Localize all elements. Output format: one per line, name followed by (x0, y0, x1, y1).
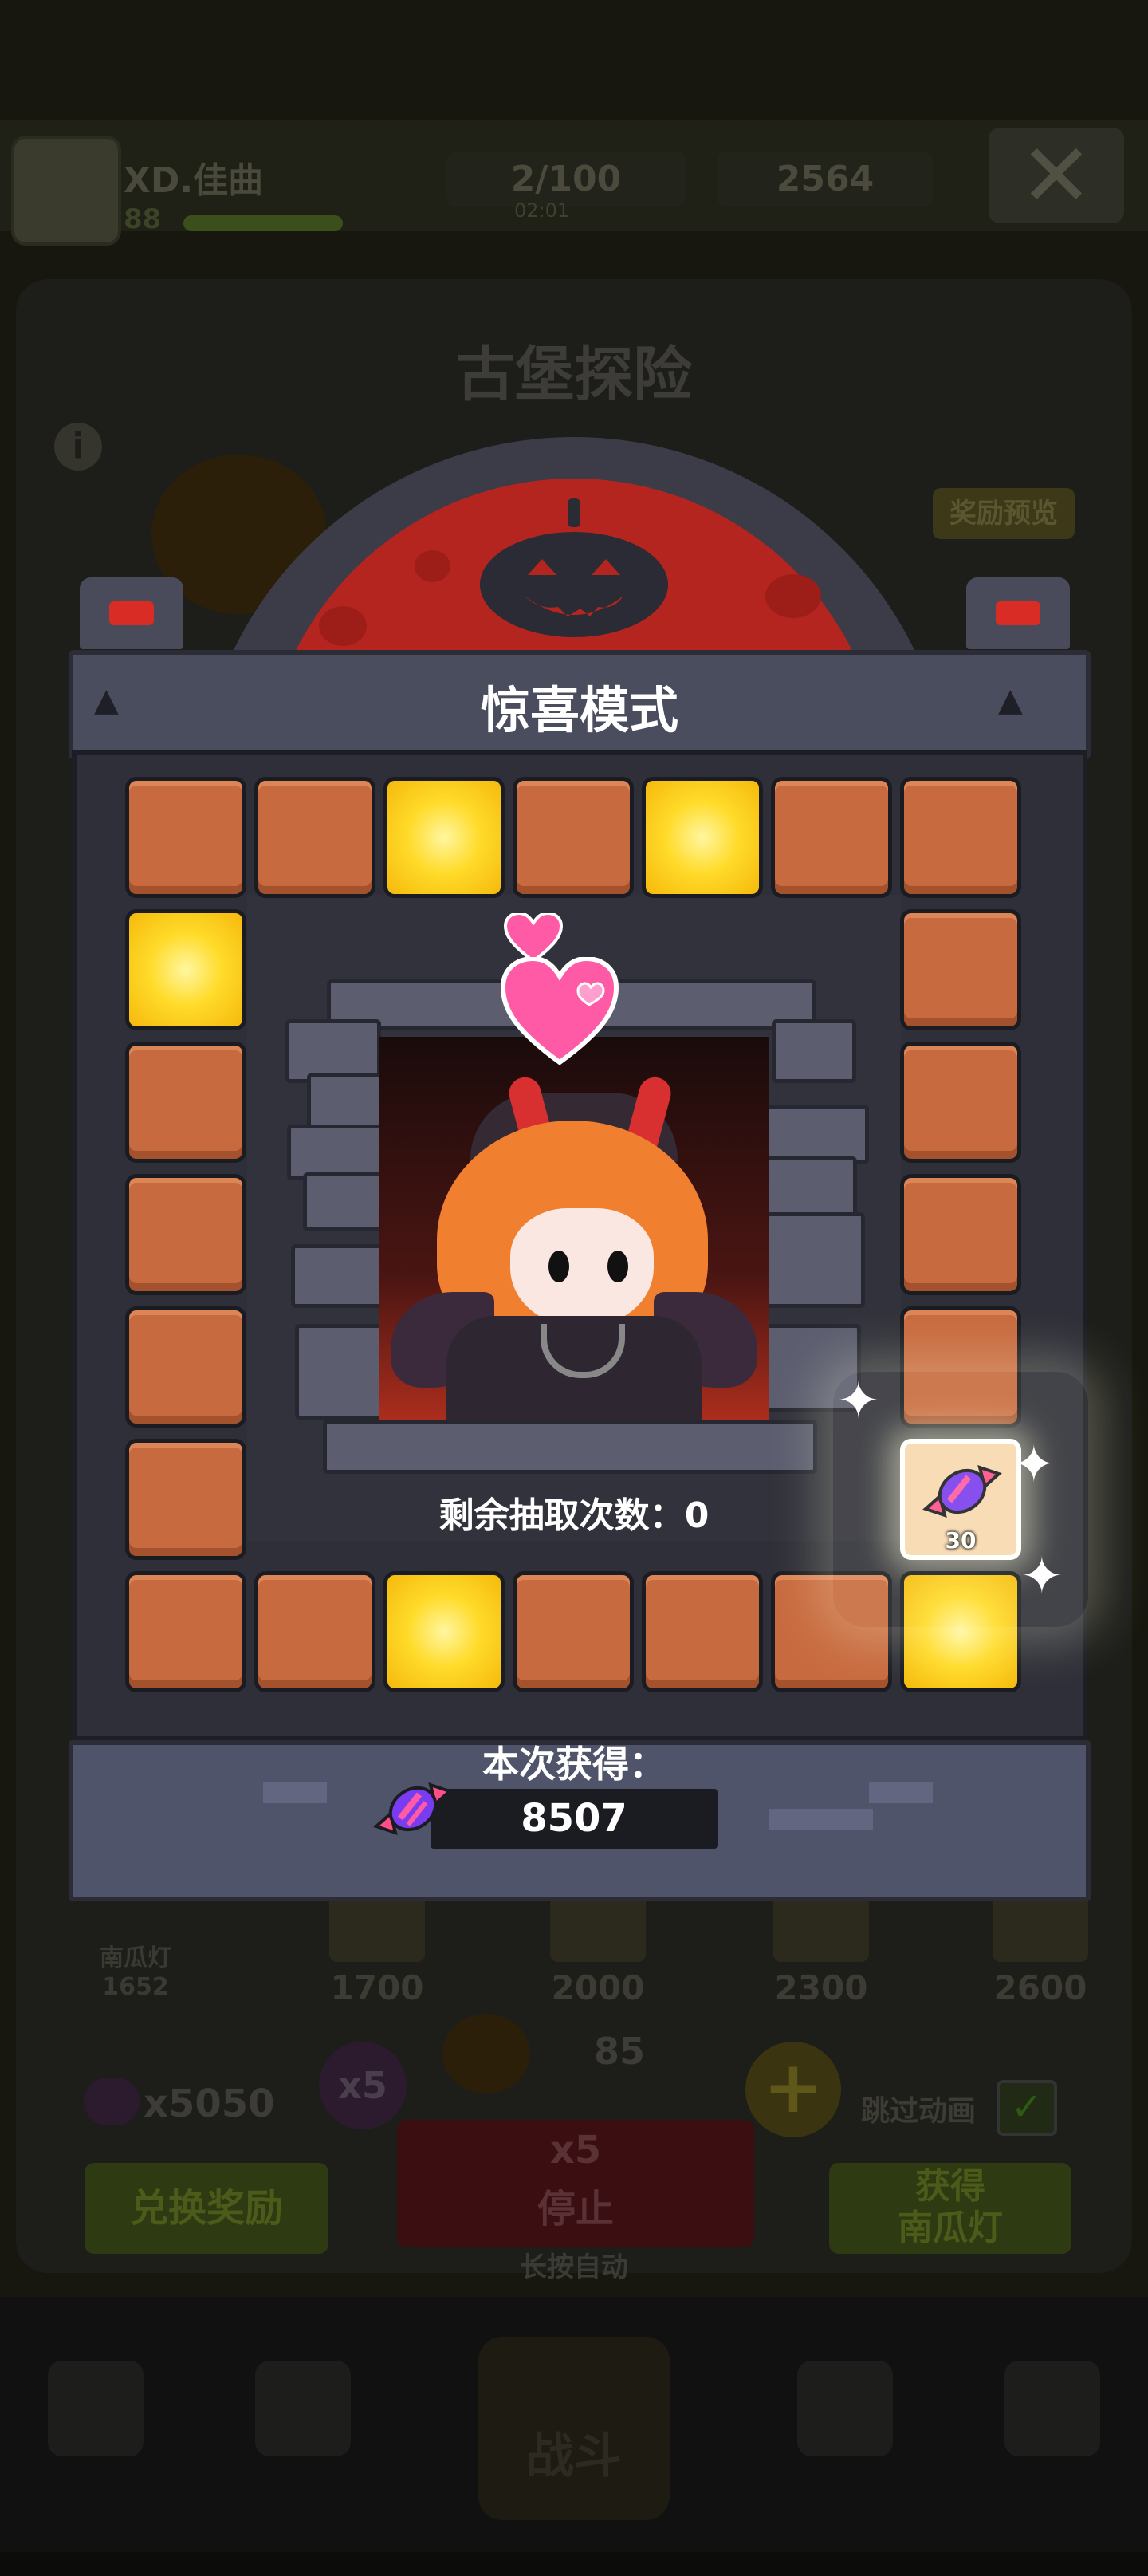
candy-icon (84, 2078, 140, 2125)
tier-value: 2000 (551, 1968, 645, 2007)
skip-animation-checkbox[interactable]: ✓ (997, 2080, 1057, 2136)
board-tile (125, 1042, 246, 1163)
board-tile (771, 777, 892, 898)
board-tile (900, 909, 1021, 1030)
multiplier-badge[interactable]: x5 (319, 2042, 407, 2129)
character-face (510, 1208, 654, 1328)
sparkle-icon: ✦ (1012, 1436, 1056, 1495)
board-tile-gold (642, 777, 763, 898)
lamp-left-icon (80, 577, 183, 649)
skip-animation-label: 跳过动画 (861, 2095, 977, 2128)
tier-item[interactable]: 2300 (761, 1890, 881, 2007)
candy-count: x5050 (144, 2082, 275, 2126)
tier-value: 2300 (774, 1968, 868, 2007)
modal-title: 惊喜模式 (480, 681, 678, 739)
board-tile (125, 1306, 246, 1428)
add-button[interactable]: + (745, 2042, 841, 2137)
tier-item[interactable]: 1700 (317, 1890, 437, 2007)
board-tile (125, 1571, 246, 1692)
get-pumpkin-button[interactable]: 获得 南瓜灯 (829, 2163, 1071, 2254)
stop-button[interactable]: x5 停止 (397, 2120, 754, 2247)
nav-item-home[interactable] (48, 2361, 144, 2456)
board-tile (900, 777, 1021, 898)
nav-item-battle[interactable]: 战斗 (478, 2337, 670, 2520)
pumpkin-label-text: 南瓜灯 (100, 1944, 171, 1972)
get-label-line1: 获得 (915, 2166, 985, 2207)
candy-icon (373, 1782, 453, 1836)
level-progress-bar (183, 215, 343, 231)
sparkle-icon: ✦ (1020, 1547, 1063, 1606)
event-title: 古堡探险 (456, 341, 692, 409)
board-tile (642, 1571, 763, 1692)
nav-item-shield[interactable] (255, 2361, 351, 2456)
player-name: XD.佳曲 (124, 160, 264, 201)
stop-label: 停止 (537, 2187, 614, 2231)
nav-item-pets[interactable] (797, 2361, 893, 2456)
tier-value: 1700 (330, 1968, 424, 2007)
moon-crater (415, 550, 450, 582)
moon-crater (765, 574, 821, 618)
board-tile (254, 777, 375, 898)
long-press-hint: 长按自动 (520, 2251, 628, 2283)
pumpkin-count: 85 (594, 2030, 646, 2073)
close-button[interactable]: ✕ (989, 128, 1124, 223)
window-stone (772, 1019, 856, 1083)
board-tile (513, 1571, 634, 1692)
pumpkin-label-count: 1652 (102, 1973, 169, 2001)
heart-big-icon (500, 957, 619, 1065)
currency-value: 2564 (776, 159, 875, 199)
window-stone (765, 1105, 869, 1164)
board-tile (254, 1571, 375, 1692)
sparkle-icon: ✦ (837, 1372, 880, 1431)
earned-value: 8507 (431, 1789, 718, 1849)
earned-label: 本次获得： (482, 1743, 666, 1786)
player-level: 88 (124, 203, 162, 235)
character-eye (607, 1251, 628, 1282)
window-sill (323, 1420, 817, 1474)
board-tile (125, 777, 246, 898)
board-tile (900, 1174, 1021, 1295)
pumpkin-label: 南瓜灯 1652 (88, 1938, 183, 2001)
nav-item-tools[interactable] (1005, 2361, 1100, 2456)
redeem-button[interactable]: 兑换奖励 (85, 2163, 328, 2254)
currency-pill: 2564 (718, 152, 933, 207)
info-icon[interactable]: i (54, 423, 102, 471)
jack-o-lantern-icon (480, 498, 668, 637)
footer-decoration (769, 1809, 873, 1830)
board-tile-gold (383, 777, 505, 898)
get-label-line2: 南瓜灯 (898, 2208, 1003, 2248)
board-tile (125, 1174, 246, 1295)
tier-item[interactable]: 2000 (538, 1890, 658, 2007)
energy-timer: 02:01 (514, 199, 570, 222)
tier-item[interactable]: 2600 (989, 1890, 1092, 2007)
board-tile-gold (383, 1571, 505, 1692)
board-tile (900, 1042, 1021, 1163)
energy-value: 2/100 (510, 159, 622, 199)
lamp-right-icon (966, 577, 1070, 649)
reward-preview-button[interactable]: 奖励预览 (933, 488, 1075, 539)
tier-value: 2600 (993, 1968, 1087, 2007)
character-eye (548, 1251, 569, 1282)
board-tile (513, 777, 634, 898)
pumpkin-icon (442, 2014, 530, 2093)
board-tile-gold (125, 909, 246, 1030)
remaining-label: 剩余抽取次数： (438, 1495, 685, 1536)
triangle-left-icon: ▲ (94, 682, 119, 719)
avatar (11, 136, 121, 246)
window-stone (765, 1212, 865, 1308)
moon-crater (319, 606, 367, 646)
remaining-count: 0 (684, 1495, 710, 1536)
stop-multiplier: x5 (549, 2128, 602, 2172)
triangle-right-icon: ▲ (998, 682, 1023, 719)
